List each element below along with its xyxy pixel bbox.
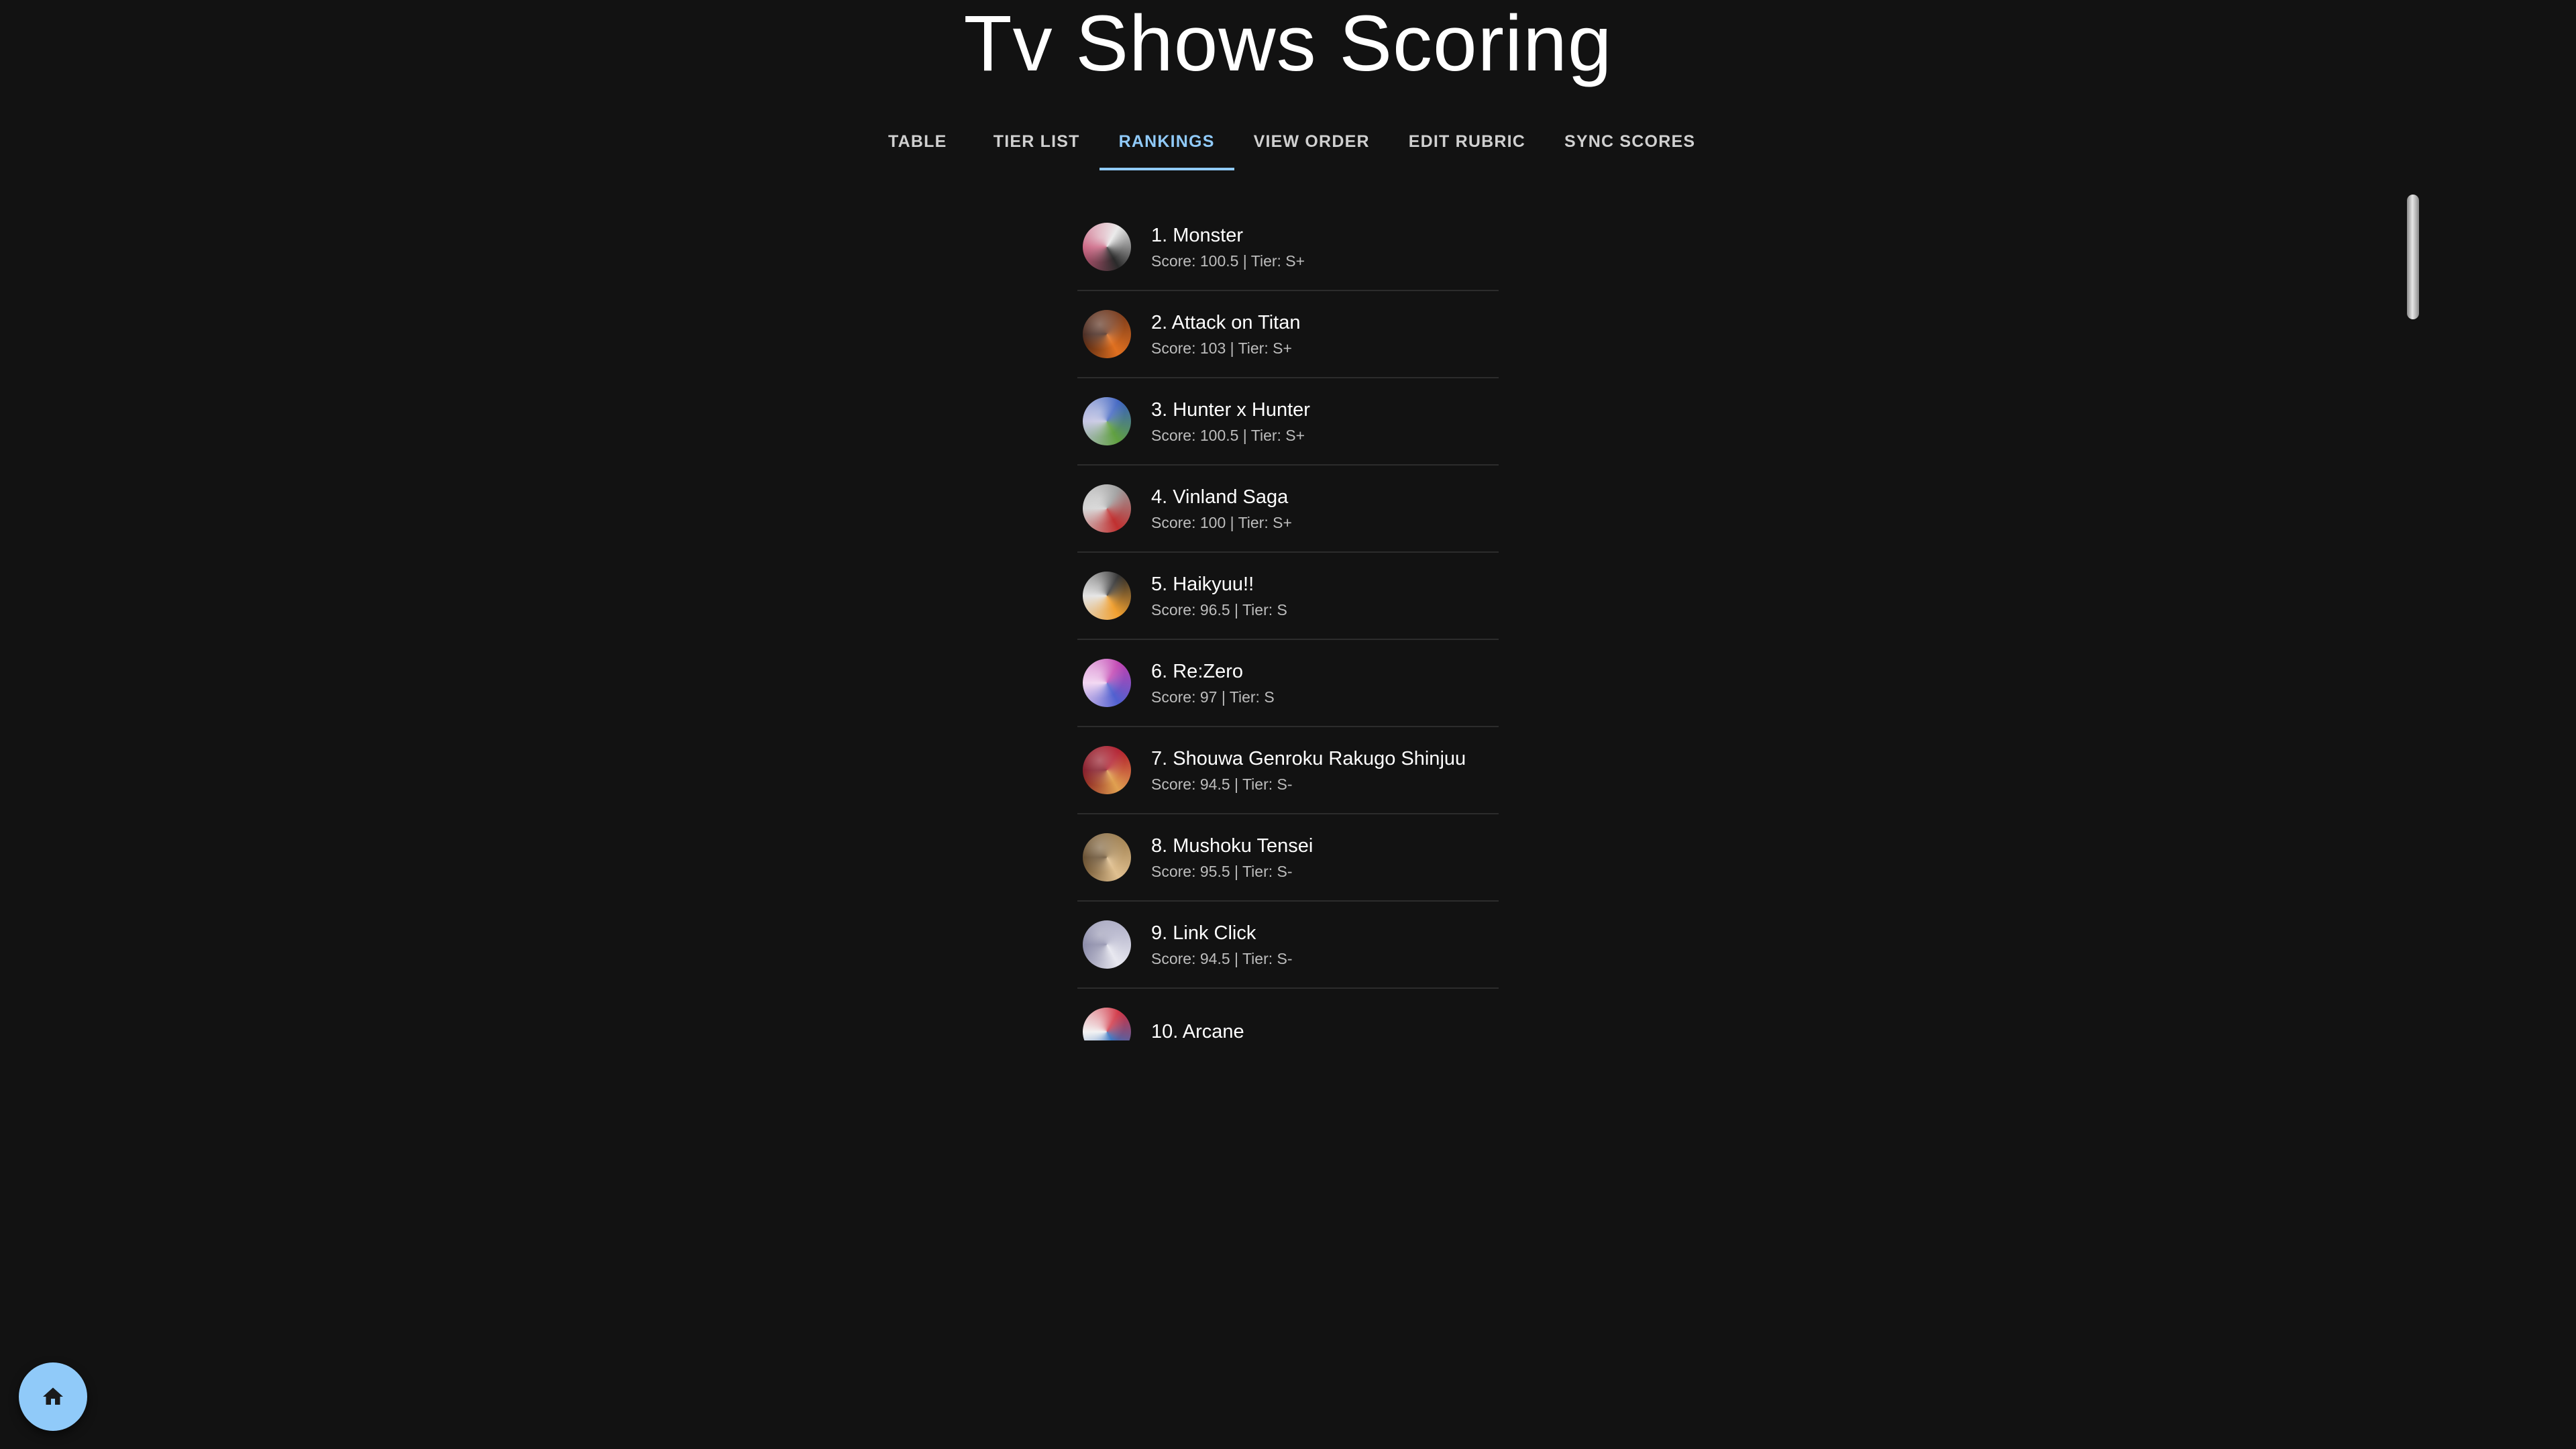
ranking-item-text: 1. Monster Score: 100.5 | Tier: S+ [1151, 222, 1305, 272]
ranking-item-meta: Score: 97 | Tier: S [1151, 688, 1275, 706]
ranking-item-text: 9. Link Click Score: 94.5 | Tier: S- [1151, 920, 1293, 970]
ranking-item-text: 2. Attack on Titan Score: 103 | Tier: S+ [1151, 309, 1300, 360]
ranking-item-text: 3. Hunter x Hunter Score: 100.5 | Tier: … [1151, 396, 1310, 447]
avatar [1083, 833, 1131, 881]
ranking-item[interactable]: 7. Shouwa Genroku Rakugo Shinjuu Score: … [1077, 727, 1499, 814]
ranking-item[interactable]: 9. Link Click Score: 94.5 | Tier: S- [1077, 902, 1499, 989]
ranking-item[interactable]: 1. Monster Score: 100.5 | Tier: S+ [1077, 204, 1499, 291]
avatar [1083, 920, 1131, 969]
rankings-list: 1. Monster Score: 100.5 | Tier: S+ 2. At… [1077, 204, 1499, 1040]
tab-sync-scores[interactable]: SYNC SCORES [1545, 113, 1715, 170]
ranking-item-text: 6. Re:Zero Score: 97 | Tier: S [1151, 658, 1275, 708]
avatar [1083, 223, 1131, 271]
ranking-item-meta: Score: 103 | Tier: S+ [1151, 339, 1292, 357]
avatar [1083, 572, 1131, 620]
ranking-item-text: 4. Vinland Saga Score: 100 | Tier: S+ [1151, 484, 1292, 534]
ranking-item-name: 10. Arcane [1151, 1021, 1244, 1040]
ranking-item-name: 7. Shouwa Genroku Rakugo Shinjuu [1151, 747, 1466, 769]
ranking-item-meta: Score: 100.5 | Tier: S+ [1151, 426, 1305, 444]
tab-rankings[interactable]: RANKINGS [1099, 113, 1234, 170]
ranking-item-meta: Score: 100 | Tier: S+ [1151, 513, 1292, 531]
avatar [1083, 397, 1131, 445]
tab-bar: TABLE TIER LIST RANKINGS VIEW ORDER EDIT… [0, 113, 2576, 170]
tab-table[interactable]: TABLE [861, 113, 974, 170]
ranking-item[interactable]: 6. Re:Zero Score: 97 | Tier: S [1077, 640, 1499, 727]
ranking-item-meta: Score: 94.5 | Tier: S- [1151, 775, 1293, 793]
tab-edit-rubric[interactable]: EDIT RUBRIC [1389, 113, 1545, 170]
ranking-item-name: 8. Mushoku Tensei [1151, 835, 1313, 857]
home-icon [43, 1387, 63, 1405]
ranking-item-text: 10. Arcane [1151, 1018, 1244, 1040]
ranking-item-meta: Score: 95.5 | Tier: S- [1151, 862, 1293, 880]
avatar [1083, 1008, 1131, 1040]
ranking-item-name: 2. Attack on Titan [1151, 311, 1301, 333]
ranking-item-text: 5. Haikyuu!! Score: 96.5 | Tier: S [1151, 571, 1287, 621]
avatar [1083, 310, 1131, 358]
ranking-item-meta: Score: 96.5 | Tier: S [1151, 600, 1287, 619]
ranking-item[interactable]: 2. Attack on Titan Score: 103 | Tier: S+ [1077, 291, 1499, 378]
ranking-item[interactable]: 3. Hunter x Hunter Score: 100.5 | Tier: … [1077, 378, 1499, 466]
ranking-item-meta: Score: 94.5 | Tier: S- [1151, 949, 1293, 967]
avatar [1083, 746, 1131, 794]
ranking-item[interactable]: 10. Arcane [1077, 989, 1499, 1040]
ranking-item-name: 1. Monster [1151, 224, 1243, 246]
scrollbar-thumb[interactable] [2407, 195, 2419, 319]
ranking-item-text: 8. Mushoku Tensei Score: 95.5 | Tier: S- [1151, 833, 1313, 883]
ranking-item-text: 7. Shouwa Genroku Rakugo Shinjuu Score: … [1151, 745, 1466, 796]
ranking-item-name: 6. Re:Zero [1151, 660, 1243, 682]
tab-view-order[interactable]: VIEW ORDER [1234, 113, 1389, 170]
ranking-item-name: 5. Haikyuu!! [1151, 573, 1254, 595]
page-root: Tv Shows Scoring TABLE TIER LIST RANKING… [0, 0, 2576, 1449]
page-title: Tv Shows Scoring [963, 0, 1613, 88]
ranking-item-meta: Score: 100.5 | Tier: S+ [1151, 252, 1305, 270]
tab-tier-list[interactable]: TIER LIST [974, 113, 1099, 170]
ranking-item-name: 9. Link Click [1151, 922, 1256, 944]
avatar [1083, 659, 1131, 707]
ranking-item[interactable]: 5. Haikyuu!! Score: 96.5 | Tier: S [1077, 553, 1499, 640]
ranking-item[interactable]: 8. Mushoku Tensei Score: 95.5 | Tier: S- [1077, 814, 1499, 902]
home-button[interactable] [19, 1362, 87, 1431]
ranking-item-name: 4. Vinland Saga [1151, 486, 1289, 508]
ranking-item-name: 3. Hunter x Hunter [1151, 398, 1310, 421]
ranking-item[interactable]: 4. Vinland Saga Score: 100 | Tier: S+ [1077, 466, 1499, 553]
avatar [1083, 484, 1131, 533]
